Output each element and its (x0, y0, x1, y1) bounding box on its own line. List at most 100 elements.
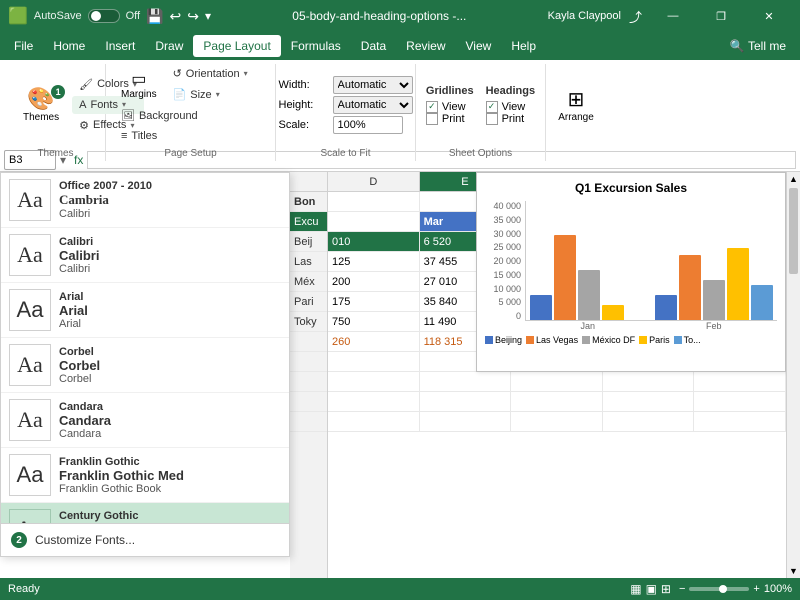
menu-home[interactable]: Home (43, 35, 95, 57)
gridlines-view-checkbox[interactable]: ✓ (426, 101, 438, 113)
layout-view-button[interactable]: ▣ (646, 582, 657, 596)
scale-group-label: Scale to Fit (276, 148, 415, 159)
row-label-10 (290, 372, 327, 392)
row-label-9 (290, 352, 327, 372)
font-preview-arial: Aa (9, 289, 51, 331)
menu-help[interactable]: Help (501, 35, 546, 57)
fonts-icon: A (79, 99, 86, 111)
menu-formulas[interactable]: Formulas (281, 35, 351, 57)
headings-view-label: View (502, 101, 526, 113)
background-button[interactable]: 🖼 Background (114, 106, 205, 125)
scroll-thumb[interactable] (789, 188, 798, 274)
cell-f12[interactable] (511, 412, 603, 431)
font-preview-corbel: Aa (9, 344, 51, 386)
titles-button[interactable]: ≡ Titles (114, 127, 205, 145)
scroll-down-button[interactable]: ▼ (787, 564, 800, 578)
menu-page-layout[interactable]: Page Layout (193, 35, 280, 57)
font-theme-item-candara[interactable]: Aa Candara Candara Candara (1, 393, 289, 448)
scale-input[interactable] (333, 116, 403, 134)
cell-f10[interactable] (511, 372, 603, 391)
cell-d5[interactable]: 200 (328, 272, 420, 291)
chart-bars-area (525, 201, 777, 321)
sheet-options-group-label: Sheet Options (416, 148, 545, 159)
normal-view-button[interactable]: ▦ (630, 582, 641, 596)
save-icon[interactable]: 💾 (146, 8, 163, 25)
chart-area: 40 000 35 000 30 000 25 000 20 000 15 00… (485, 201, 777, 321)
minimize-button[interactable]: — (650, 0, 696, 32)
page-break-view-button[interactable]: ⊞ (661, 582, 671, 596)
font-theme-item-calibri[interactable]: Aa Calibri Calibri Calibri (1, 228, 289, 283)
font-theme-item-corbel[interactable]: Aa Corbel Corbel Corbel (1, 338, 289, 393)
menu-insert[interactable]: Insert (95, 35, 145, 57)
orientation-button[interactable]: ↺ Orientation ▾ (166, 64, 255, 83)
ribbon-group-themes: 🎨 Themes 1 🖌 Colors ▾ A Fonts ▾ (6, 64, 106, 161)
cell-d6[interactable]: 175 (328, 292, 420, 311)
row-label-2: Excu (290, 212, 327, 232)
cell-d3[interactable]: 010 (328, 232, 420, 251)
cell-d10[interactable] (328, 372, 420, 391)
cell-d2[interactable] (328, 212, 420, 231)
redo-icon[interactable]: ↪ (187, 8, 199, 25)
close-button[interactable]: ✕ (746, 0, 792, 32)
bar-jan-paris (602, 305, 624, 320)
zoom-slider[interactable] (689, 587, 749, 591)
menu-view[interactable]: View (456, 35, 502, 57)
font-theme-item-franklin-gothic[interactable]: Aa Franklin Gothic Franklin Gothic Med F… (1, 448, 289, 503)
font-themes-dropdown: Aa Office 2007 - 2010 Cambria Calibri Aa… (0, 172, 290, 557)
margins-button[interactable]: ▭ Margins (114, 65, 164, 104)
effects-icon: ⚙ (79, 119, 89, 132)
font-theme-item-century-gothic[interactable]: Aa Century Gothic Century Gothic Century… (1, 503, 289, 523)
legend-dot-lasvegas (526, 336, 534, 344)
font-theme-item-arial[interactable]: Aa Arial Arial Arial (1, 283, 289, 338)
autosave-toggle[interactable] (88, 9, 120, 23)
cell-d8[interactable]: 260 (328, 332, 420, 351)
cell-d11[interactable] (328, 392, 420, 411)
file-name: 05-body-and-heading-options -... (292, 9, 466, 23)
cell-e11[interactable] (420, 392, 512, 411)
arrange-icon: ⊞ (568, 87, 585, 112)
scroll-up-button[interactable]: ▲ (787, 172, 800, 186)
scroll-track[interactable] (787, 276, 800, 564)
cell-d1[interactable] (328, 192, 420, 211)
menu-review[interactable]: Review (396, 35, 455, 57)
customize-fonts-button[interactable]: 2 Customize Fonts... (1, 523, 289, 556)
width-select[interactable]: Automatic (333, 76, 413, 94)
cell-g12[interactable] (603, 412, 695, 431)
cell-d7[interactable]: 750 (328, 312, 420, 331)
headings-print-checkbox[interactable] (486, 113, 498, 125)
share-icon[interactable]: ⤴ (629, 7, 642, 26)
menu-draw[interactable]: Draw (145, 35, 193, 57)
cell-d12[interactable] (328, 412, 420, 431)
undo-icon[interactable]: ↩ (170, 8, 182, 25)
font-theme-item-office2007[interactable]: Aa Office 2007 - 2010 Cambria Calibri (1, 173, 289, 228)
cell-e12[interactable] (420, 412, 512, 431)
size-button[interactable]: 📄 Size ▾ (166, 85, 255, 104)
arrange-button[interactable]: ⊞ Arrange (551, 64, 601, 145)
restore-button[interactable]: ❐ (698, 0, 744, 32)
cell-g11[interactable] (603, 392, 695, 411)
font-theme-info-century-gothic: Century Gothic Century Gothic Century Go… (59, 510, 281, 524)
cell-h12[interactable] (694, 412, 786, 431)
font-themes-list: Aa Office 2007 - 2010 Cambria Calibri Aa… (1, 173, 289, 523)
cell-h11[interactable] (694, 392, 786, 411)
menu-tell-me[interactable]: 🔍 Tell me (720, 35, 796, 57)
view-icons: ▦ ▣ ⊞ (630, 582, 671, 596)
menu-file[interactable]: File (4, 35, 43, 57)
cell-d9[interactable] (328, 352, 420, 371)
cell-h10[interactable] (694, 372, 786, 391)
cell-f11[interactable] (511, 392, 603, 411)
menu-data[interactable]: Data (351, 35, 396, 57)
zoom-in-button[interactable]: + (753, 583, 759, 595)
gridlines-print-checkbox[interactable] (426, 113, 438, 125)
themes-button[interactable]: 🎨 Themes 1 (14, 82, 68, 127)
height-select[interactable]: Automatic (333, 96, 413, 114)
headings-view-checkbox[interactable]: ✓ (486, 101, 498, 113)
zoom-out-button[interactable]: − (679, 583, 685, 595)
vertical-scrollbar[interactable]: ▲ ▼ (786, 172, 800, 578)
cell-e10[interactable] (420, 372, 512, 391)
themes-badge: 1 (51, 85, 65, 99)
cell-d4[interactable]: 125 (328, 252, 420, 271)
cell-g10[interactable] (603, 372, 695, 391)
col-header-d[interactable]: D (328, 172, 420, 191)
size-label: Size (190, 89, 211, 101)
